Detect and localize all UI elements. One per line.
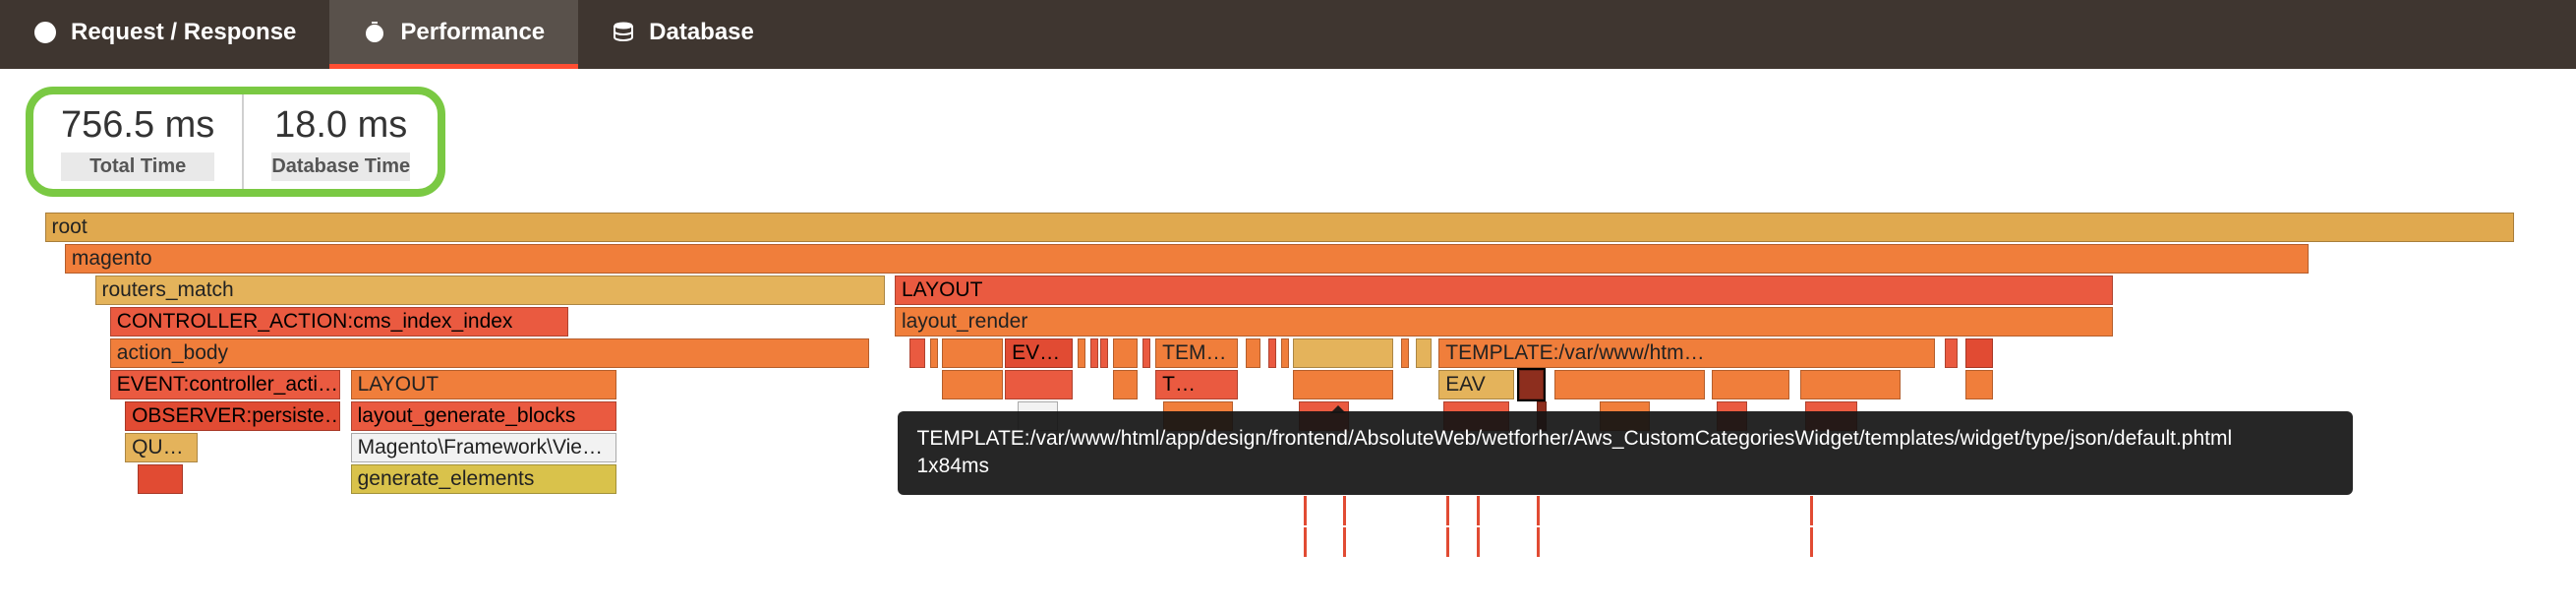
flame-row: EVENT:controller_acti… LAYOUT T… EAV xyxy=(0,370,2576,401)
flame-bar[interactable] xyxy=(1965,338,1993,368)
flame-tick xyxy=(1537,527,1540,557)
flame-bar-action-body[interactable]: action_body xyxy=(110,338,870,368)
flame-bar-tem[interactable]: TEM… xyxy=(1155,338,1238,368)
tab-bar: Request / Response Performance Database xyxy=(0,0,2576,69)
flame-bar[interactable] xyxy=(1293,370,1393,399)
flame-bar-event-controller-acti[interactable]: EVENT:controller_acti… xyxy=(110,370,341,399)
flame-bar[interactable] xyxy=(1800,370,1901,399)
flame-bar[interactable] xyxy=(1005,370,1073,399)
tab-label: Database xyxy=(649,19,754,46)
flame-bar-controller-action-cms-index-index[interactable]: CONTROLLER_ACTION:cms_index_index xyxy=(110,307,569,337)
tab-label: Performance xyxy=(400,19,545,46)
flame-bar[interactable] xyxy=(942,370,1002,399)
flame-row xyxy=(0,559,2576,590)
flame-bar[interactable] xyxy=(1712,370,1789,399)
flame-tick xyxy=(1810,496,1813,525)
metric-value: 756.5 ms xyxy=(61,104,214,147)
flame-row xyxy=(0,527,2576,559)
flame-row: root xyxy=(0,213,2576,244)
flame-bar-layout[interactable]: LAYOUT xyxy=(895,275,2113,305)
flame-bar-layout[interactable]: LAYOUT xyxy=(351,370,616,399)
tab-request-response[interactable]: Request / Response xyxy=(0,0,329,69)
flame-bar[interactable] xyxy=(1142,338,1150,368)
flame-tick xyxy=(1477,496,1480,525)
flame-tick xyxy=(1304,527,1307,557)
flame-bar-eav[interactable]: EAV xyxy=(1438,370,1514,399)
flame-bar[interactable] xyxy=(1945,338,1958,368)
flame-row: CONTROLLER_ACTION:cms_index_index layout_… xyxy=(0,307,2576,338)
tab-performance[interactable]: Performance xyxy=(329,0,578,69)
database-icon xyxy=(612,21,635,44)
flame-bar[interactable] xyxy=(1113,370,1139,399)
flame-bar-routers-match[interactable]: routers_match xyxy=(95,275,885,305)
flame-bar-ev[interactable]: EV… xyxy=(1005,338,1073,368)
metrics-pill: 756.5 ms Total Time 18.0 ms Database Tim… xyxy=(26,87,445,197)
metric-label: Total Time xyxy=(61,153,214,181)
flame-row xyxy=(0,496,2576,527)
flame-bar[interactable] xyxy=(1401,338,1409,368)
flame-bar-layout-render[interactable]: layout_render xyxy=(895,307,2113,337)
tooltip-line1: TEMPLATE:/var/www/html/app/design/fronte… xyxy=(917,425,2333,453)
tooltip-line2: 1x84ms xyxy=(917,453,2333,480)
flame-bar-observer-persiste[interactable]: OBSERVER:persiste… xyxy=(125,401,340,431)
flame-chart[interactable]: rootmagentorouters_matchLAYOUTCONTROLLER… xyxy=(0,213,2576,590)
flame-tick xyxy=(1446,527,1449,557)
flame-row: action_body EV… TEM… TEMPLATE:/var/www/htm… xyxy=(0,338,2576,370)
metric-database-time: 18.0 ms Database Time xyxy=(242,94,438,189)
metric-label: Database Time xyxy=(271,153,410,181)
flame-bar-magento[interactable]: magento xyxy=(65,244,2309,274)
flame-bar[interactable] xyxy=(1965,370,1993,399)
flame-bar[interactable] xyxy=(1281,338,1289,368)
flame-bar[interactable] xyxy=(930,338,938,368)
flame-tick xyxy=(1810,527,1813,557)
flame-tick xyxy=(1537,496,1540,525)
flame-tooltip: TEMPLATE:/var/www/html/app/design/fronte… xyxy=(898,411,2353,495)
flame-bar-t[interactable]: T… xyxy=(1155,370,1238,399)
flame-bar[interactable] xyxy=(1293,338,1393,368)
metrics-row: 756.5 ms Total Time 18.0 ms Database Tim… xyxy=(0,69,2576,211)
metric-value: 18.0 ms xyxy=(271,104,410,147)
flame-tick xyxy=(1446,496,1449,525)
flame-bar-layout-generate-blocks[interactable]: layout_generate_blocks xyxy=(351,401,616,431)
flame-bar[interactable] xyxy=(1519,370,1545,399)
flame-tick xyxy=(1304,496,1307,525)
flame-bar[interactable] xyxy=(1268,338,1276,368)
flame-bar-root[interactable]: root xyxy=(45,213,2515,242)
globe-icon xyxy=(33,21,57,44)
flame-bar[interactable] xyxy=(942,338,1002,368)
tab-label: Request / Response xyxy=(71,19,296,46)
metric-total-time: 756.5 ms Total Time xyxy=(33,94,242,189)
flame-bar[interactable] xyxy=(138,464,183,494)
tab-database[interactable]: Database xyxy=(578,0,788,69)
flame-bar-magento-framework-vie[interactable]: Magento\Framework\Vie… xyxy=(351,433,616,462)
flame-bar[interactable] xyxy=(1246,338,1260,368)
flame-row: routers_match LAYOUT xyxy=(0,275,2576,307)
timer-icon xyxy=(363,21,386,44)
flame-bar[interactable] xyxy=(909,338,924,368)
flame-bar-generate-elements[interactable]: generate_elements xyxy=(351,464,616,494)
flame-bar[interactable] xyxy=(1554,370,1705,399)
flame-bar[interactable] xyxy=(1078,338,1085,368)
flame-bar[interactable] xyxy=(1416,338,1431,368)
flame-row: magento xyxy=(0,244,2576,275)
flame-bar-qu[interactable]: QU… xyxy=(125,433,198,462)
flame-tick xyxy=(1343,496,1346,525)
flame-bar[interactable] xyxy=(1090,338,1098,368)
flame-bar[interactable] xyxy=(1100,338,1108,368)
flame-bar-template-var-www-htm[interactable]: TEMPLATE:/var/www/htm… xyxy=(1438,338,1935,368)
flame-bar[interactable] xyxy=(1113,338,1139,368)
flame-tick xyxy=(1343,527,1346,557)
flame-tick xyxy=(1477,527,1480,557)
